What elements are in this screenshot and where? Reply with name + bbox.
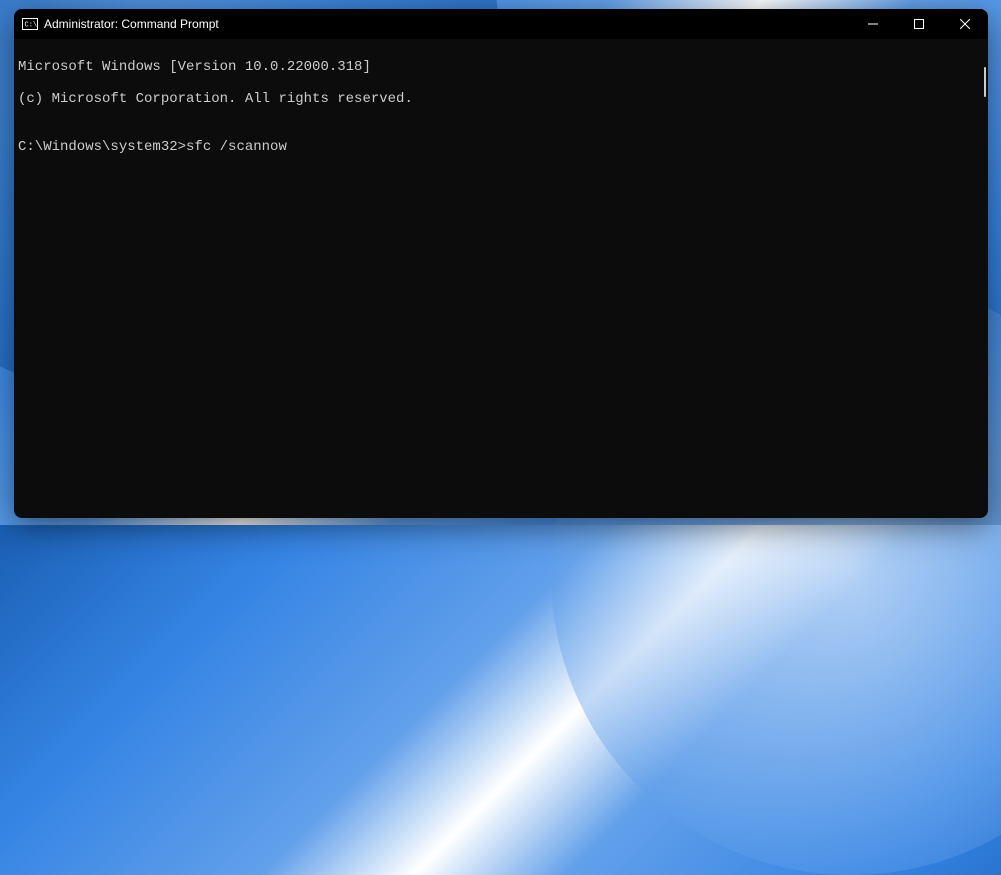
terminal-prompt-line: C:\Windows\system32>sfc /scannow bbox=[18, 139, 988, 155]
titlebar[interactable]: C:\ Administrator: Command Prompt bbox=[14, 9, 988, 39]
maximize-button[interactable] bbox=[896, 9, 942, 39]
typed-command: sfc /scannow bbox=[186, 139, 287, 155]
terminal-line: (c) Microsoft Corporation. All rights re… bbox=[18, 91, 988, 107]
terminal-output[interactable]: Microsoft Windows [Version 10.0.22000.31… bbox=[14, 39, 988, 518]
prompt-path: C:\Windows\system32> bbox=[18, 139, 186, 155]
window-controls bbox=[850, 9, 988, 39]
scrollbar-track[interactable] bbox=[980, 43, 986, 514]
scrollbar-thumb[interactable] bbox=[984, 67, 986, 97]
minimize-button[interactable] bbox=[850, 9, 896, 39]
command-prompt-window: C:\ Administrator: Command Prompt bbox=[14, 9, 988, 518]
svg-text:C:\: C:\ bbox=[25, 22, 38, 30]
cmd-icon: C:\ bbox=[22, 16, 38, 32]
terminal-line: Microsoft Windows [Version 10.0.22000.31… bbox=[18, 59, 988, 75]
close-button[interactable] bbox=[942, 9, 988, 39]
window-title: Administrator: Command Prompt bbox=[44, 17, 219, 31]
